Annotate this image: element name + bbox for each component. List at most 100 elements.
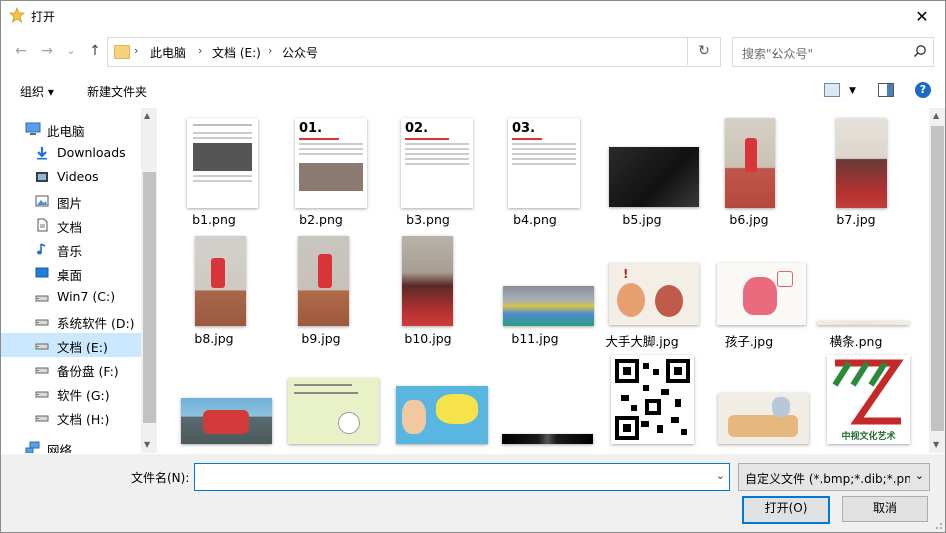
filetype-value: 自定义文件 (*.bmp;*.dib;*.png — [745, 472, 910, 486]
search-icon — [913, 45, 926, 58]
file-thumbnail[interactable] — [181, 398, 272, 444]
sidebar-item-label: 桌面 — [57, 268, 83, 283]
resize-grip-icon[interactable] — [933, 520, 943, 530]
address-bar[interactable]: › 此电脑 › 文档 (E:) › 公众号 ⌄ — [107, 37, 780, 67]
sidebar-scrollbar[interactable]: ▲ ▼ — [141, 108, 157, 453]
sidebar-item[interactable]: 此电脑 — [1, 117, 141, 141]
sidebar-item-label: 音乐 — [57, 244, 83, 259]
file-thumbnail[interactable] — [718, 393, 809, 444]
organize-menu[interactable]: 组织 ▾ — [20, 83, 54, 100]
file-tile[interactable] — [161, 108, 272, 453]
file-thumbnail[interactable] — [396, 386, 488, 444]
download-icon — [35, 146, 49, 160]
sidebar-item[interactable]: Videos — [1, 165, 141, 189]
sidebar-item[interactable]: 软件 (G:) — [1, 381, 141, 405]
breadcrumb-current-folder[interactable]: 公众号 — [282, 44, 318, 61]
breadcrumb-this-pc[interactable]: 此电脑 — [150, 44, 186, 61]
sidebar-item[interactable]: Win7 (C:) — [1, 285, 141, 309]
sidebar-item-label: 备份盘 (F:) — [57, 364, 119, 379]
sidebar-item[interactable]: 系统软件 (D:) — [1, 309, 141, 333]
open-dialog: 打开 ✕ ← → ⌄ ↑ › 此电脑 › 文档 (E:) › 公众号 ⌄ ↻ 搜… — [0, 0, 946, 533]
sidebar-item[interactable]: 桌面 — [1, 261, 141, 285]
file-tile[interactable] — [268, 108, 379, 453]
window-title: 打开 — [31, 10, 56, 24]
folder-icon — [114, 45, 130, 59]
search-box[interactable]: 搜索"公众号" — [732, 37, 934, 67]
file-thumbnail[interactable] — [611, 355, 694, 444]
sidebar-item-label: 文档 (H:) — [57, 412, 110, 427]
drive-icon — [35, 338, 49, 352]
chevron-down-icon[interactable]: ⌄ — [716, 469, 725, 482]
view-mode-icon[interactable] — [824, 83, 840, 97]
refresh-button[interactable]: ↻ — [687, 37, 720, 65]
scroll-up-icon[interactable]: ▲ — [933, 111, 939, 120]
refresh-icon: ↻ — [698, 43, 710, 59]
up-button[interactable]: ↑ — [87, 43, 103, 59]
drive-icon — [35, 410, 49, 424]
documents-icon — [35, 218, 49, 232]
file-thumbnail[interactable] — [288, 378, 379, 444]
cancel-button[interactable]: 取消 — [842, 496, 928, 522]
file-list: b1.png 01. b2.png 02. b3.png 03. b4.png b5.jpg b… — [161, 108, 929, 453]
sidebar-item[interactable]: 网络 — [1, 436, 141, 453]
sidebar-item[interactable]: 文档 (H:) — [1, 405, 141, 429]
breadcrumb-drive-e[interactable]: 文档 (E:) — [212, 44, 261, 61]
file-list-scrollbar[interactable]: ▲ ▼ — [929, 108, 945, 453]
sidebar-scroll-thumb[interactable] — [143, 172, 156, 423]
search-input[interactable]: 搜索"公众号" — [742, 45, 813, 62]
sidebar-item-label: Videos — [57, 169, 99, 184]
new-folder-button[interactable]: 新建文件夹 — [87, 83, 147, 100]
sidebar-item[interactable]: 备份盘 (F:) — [1, 357, 141, 381]
sidebar-item-label: 此电脑 — [47, 124, 85, 139]
scroll-up-icon[interactable]: ▲ — [144, 111, 150, 120]
scroll-down-icon[interactable]: ▼ — [144, 440, 150, 449]
preview-pane-icon[interactable] — [878, 83, 894, 97]
sidebar-item[interactable]: 图片 — [1, 189, 141, 213]
help-icon[interactable]: ? — [915, 82, 931, 98]
close-button[interactable]: ✕ — [899, 1, 945, 31]
sidebar-item-label: 文档 — [57, 220, 83, 235]
filetype-select[interactable]: 自定义文件 (*.bmp;*.dib;*.png ⌄ — [738, 463, 930, 491]
sidebar-item-label: 软件 (G:) — [57, 388, 110, 403]
sidebar-item-label: 网络 — [47, 443, 73, 453]
chevron-down-icon: ⌄ — [914, 469, 924, 482]
sidebar-item-label: Downloads — [57, 145, 126, 160]
file-tile[interactable] — [482, 108, 593, 453]
dialog-footer: 文件名(N): ⌄ 自定义文件 (*.bmp;*.dib;*.png ⌄ 打开(… — [1, 454, 945, 532]
sidebar-item-label: 图片 — [57, 196, 83, 211]
filename-input[interactable] — [200, 465, 704, 489]
file-thumbnail[interactable] — [502, 434, 593, 444]
file-thumbnail[interactable]: 中视文化艺术 — [827, 355, 910, 444]
forward-button[interactable]: → — [39, 43, 55, 59]
close-icon: ✕ — [915, 6, 929, 26]
recent-locations-button[interactable]: ⌄ — [63, 43, 79, 59]
file-list-scroll-thumb[interactable] — [931, 126, 944, 431]
back-button[interactable]: ← — [13, 43, 29, 59]
open-button[interactable]: 打开(O) — [742, 496, 830, 524]
drive-icon — [35, 386, 49, 400]
pictures-icon — [35, 194, 49, 208]
file-tile[interactable] — [375, 108, 488, 453]
sidebar-item[interactable]: 文档 — [1, 213, 141, 237]
computer-icon — [25, 122, 41, 136]
sidebar-item-label: 文档 (E:) — [57, 340, 108, 355]
sidebar-item[interactable]: Downloads — [1, 141, 141, 165]
title-bar: 打开 ✕ — [1, 1, 945, 31]
navigation-bar: ← → ⌄ ↑ › 此电脑 › 文档 (E:) › 公众号 ⌄ ↻ 搜索"公众号… — [1, 35, 945, 69]
filename-field[interactable]: ⌄ — [194, 463, 730, 491]
file-tile[interactable] — [589, 108, 695, 453]
sidebar-item[interactable]: 音乐 — [1, 237, 141, 261]
file-tile[interactable] — [696, 108, 809, 453]
drive-icon — [35, 290, 49, 304]
sidebar-item-label: 系统软件 (D:) — [57, 316, 135, 331]
desktop-icon — [35, 266, 49, 280]
chevron-right-icon: › — [134, 44, 139, 57]
chevron-right-icon[interactable]: › — [268, 44, 272, 57]
scroll-down-icon[interactable]: ▼ — [933, 440, 939, 449]
file-tile[interactable]: 中视文化艺术 — [803, 108, 910, 453]
view-dropdown-icon[interactable]: ▼ — [849, 86, 856, 96]
sidebar-item[interactable]: 文档 (E:) — [1, 333, 141, 357]
music-icon — [35, 242, 49, 256]
sidebar-item-label: Win7 (C:) — [57, 289, 116, 304]
chevron-right-icon[interactable]: › — [198, 44, 202, 57]
